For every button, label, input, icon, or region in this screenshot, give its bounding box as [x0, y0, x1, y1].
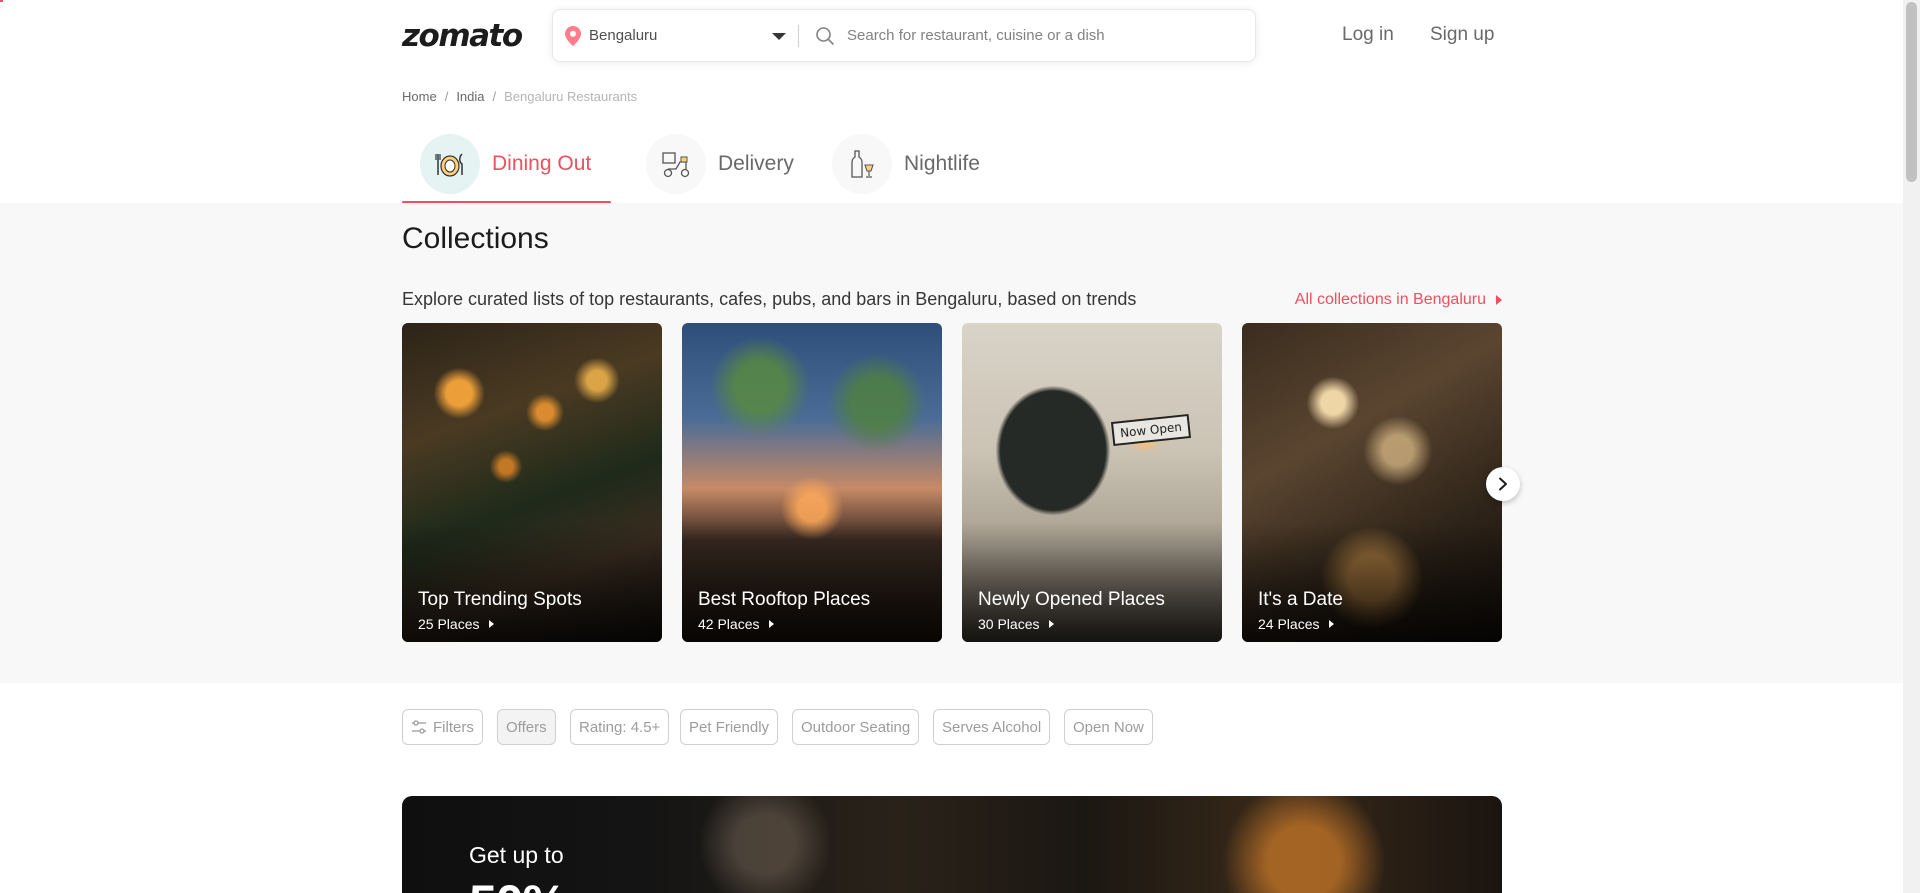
- collections-section: [0, 203, 1903, 683]
- breadcrumb: Home / India / Bengaluru Restaurants: [402, 89, 637, 104]
- collection-places: 42 Places: [698, 616, 775, 632]
- caret-right-icon: [489, 620, 495, 628]
- login-link[interactable]: Log in: [1342, 24, 1394, 46]
- chip-label: Rating: 4.5+: [579, 718, 661, 736]
- zomato-logo[interactable]: zomato: [402, 18, 523, 54]
- caret-right-icon: [1496, 295, 1502, 305]
- page-scrollbar[interactable]: [1903, 0, 1920, 893]
- all-collections-label: All collections in Bengaluru: [1294, 291, 1486, 308]
- places-count: 30 Places: [978, 616, 1040, 632]
- tab-label: Delivery: [718, 152, 794, 175]
- chip-label: Outdoor Seating: [801, 718, 911, 736]
- breadcrumb-current: Bengaluru Restaurants: [504, 89, 638, 104]
- all-collections-link[interactable]: All collections in Bengaluru: [1295, 291, 1502, 309]
- search-input[interactable]: [847, 27, 1247, 44]
- collection-card[interactable]: Now Open Newly Opened Places 30 Places: [962, 323, 1222, 642]
- filter-chip-pet-friendly[interactable]: Pet Friendly: [680, 709, 779, 745]
- tab-delivery[interactable]: Delivery: [646, 124, 794, 204]
- collection-card[interactable]: Best Rooftop Places 42 Places: [682, 323, 942, 642]
- filter-chip-offers[interactable]: Offers: [497, 709, 556, 745]
- collections-title: Collections: [402, 222, 549, 255]
- scrollbar-thumb[interactable]: [1906, 2, 1917, 182]
- collections-subtitle: Explore curated lists of top restaurants…: [402, 289, 1137, 309]
- chevron-down-icon[interactable]: [772, 33, 786, 40]
- chip-label: Serves Alcohol: [942, 718, 1042, 736]
- breadcrumb-home[interactable]: Home: [402, 89, 437, 104]
- chip-label: Pet Friendly: [689, 718, 770, 736]
- tab-nightlife[interactable]: Nightlife: [832, 124, 980, 204]
- search-icon: [816, 26, 834, 45]
- search-bar: Bengaluru: [552, 9, 1256, 62]
- caret-right-icon: [1329, 620, 1335, 628]
- chip-label: Offers: [506, 718, 547, 736]
- collection-title: Best Rooftop Places: [698, 589, 871, 610]
- location-selector[interactable]: Bengaluru: [553, 10, 798, 61]
- breadcrumb-india[interactable]: India: [456, 89, 484, 104]
- chip-label: Open Now: [1073, 718, 1144, 736]
- filter-chip-serves-alcohol[interactable]: Serves Alcohol: [933, 709, 1051, 745]
- delivery-icon: [646, 134, 706, 194]
- filter-chip-rating[interactable]: Rating: 4.5+: [570, 709, 670, 745]
- location-text: Bengaluru: [589, 27, 658, 44]
- promo-heading: Get up to: [469, 842, 564, 868]
- tab-dining-out[interactable]: Dining Out: [420, 124, 591, 204]
- filter-sliders-icon: [412, 720, 426, 734]
- chevron-right-icon: [1499, 477, 1507, 491]
- filters-button[interactable]: Filters: [402, 709, 483, 745]
- filter-chip-outdoor-seating[interactable]: Outdoor Seating: [792, 709, 920, 745]
- signup-link[interactable]: Sign up: [1430, 24, 1494, 46]
- nightlife-icon: [832, 134, 892, 194]
- collection-card[interactable]: Top Trending Spots 25 Places: [402, 323, 662, 642]
- breadcrumb-separator: /: [492, 89, 497, 104]
- places-count: 25 Places: [418, 616, 480, 632]
- top-left-marker: [0, 0, 3, 2]
- caret-right-icon: [1049, 620, 1055, 628]
- tab-label: Nightlife: [904, 152, 980, 175]
- carousel-next-button[interactable]: [1486, 467, 1520, 501]
- tab-label: Dining Out: [492, 152, 592, 175]
- collection-places: 24 Places: [1258, 616, 1335, 632]
- collection-title: Newly Opened Places: [978, 589, 1165, 610]
- places-count: 24 Places: [1258, 616, 1320, 632]
- filter-chip-open-now[interactable]: Open Now: [1064, 709, 1153, 745]
- breadcrumb-separator: /: [444, 89, 449, 104]
- now-open-sign: Now Open: [1110, 413, 1192, 447]
- collection-card[interactable]: It's a Date 24 Places: [1242, 323, 1502, 642]
- search-field[interactable]: [799, 26, 1255, 46]
- promo-banner[interactable]: Get up to 50%: [402, 796, 1502, 893]
- places-count: 42 Places: [698, 616, 760, 632]
- promo-discount: 50%: [469, 874, 567, 893]
- collection-title: It's a Date: [1258, 589, 1343, 610]
- location-pin-icon: [565, 25, 581, 46]
- collection-title: Top Trending Spots: [418, 589, 582, 610]
- chip-label: Filters: [433, 718, 474, 736]
- collection-places: 30 Places: [978, 616, 1055, 632]
- dining-out-icon: [420, 134, 480, 194]
- caret-right-icon: [769, 620, 775, 628]
- collection-places: 25 Places: [418, 616, 495, 632]
